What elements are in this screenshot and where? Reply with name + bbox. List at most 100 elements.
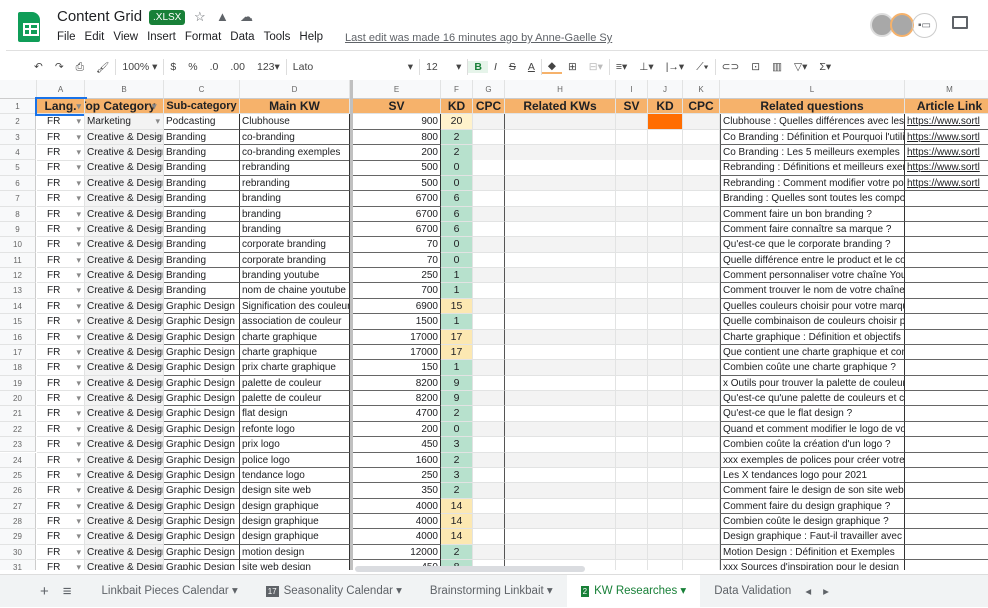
undo-icon[interactable]: ↶ [28,61,49,73]
related-question-cell[interactable]: Comment faire connaître sa marque ? [720,221,905,238]
related-question-cell[interactable]: Co Branding : Les 5 meilleurs exemples [720,145,905,161]
lang-dropdown[interactable]: FR [37,344,85,361]
kd-cell[interactable]: 2 [441,544,473,561]
kd-cell[interactable]: 14 [441,529,473,545]
related-kws-cell[interactable] [505,360,616,376]
kd-cell[interactable]: 6 [441,206,473,222]
related-kws-cell[interactable] [505,406,616,422]
top-category-dropdown[interactable]: Creative & Design [85,513,164,530]
related-sv-cell[interactable] [616,160,648,176]
font-size-select[interactable]: 12 [420,61,450,73]
related-kd-cell[interactable] [648,206,683,222]
cpc-cell[interactable] [473,114,505,130]
row-header[interactable]: 24 [0,452,36,468]
lang-dropdown[interactable]: FR [37,529,85,545]
cpc-cell[interactable] [473,375,505,392]
top-category-dropdown[interactable]: Creative & Design [85,406,164,422]
drive-icon[interactable]: ▲ [216,9,229,24]
article-link-cell[interactable] [905,330,988,345]
main-kw-cell[interactable]: association de couleur [240,314,350,330]
cpc-cell[interactable] [473,129,505,146]
related-cpc-cell[interactable] [683,283,720,299]
column-header-c[interactable]: C [164,80,240,99]
row-header[interactable]: 25 [0,467,36,484]
article-link-cell[interactable] [905,468,988,484]
top-category-dropdown[interactable]: Creative & Design [85,329,164,345]
kd-cell[interactable]: 0 [441,237,473,253]
related-kd-cell[interactable] [648,298,683,315]
sub-category-cell[interactable]: Graphic Design [164,498,240,514]
related-question-cell[interactable]: Comment faire un bon branding ? [720,206,905,222]
related-kd-cell[interactable] [648,483,683,499]
row-header[interactable]: 21 [0,406,36,422]
sub-category-cell[interactable]: Branding [164,268,240,284]
freeze-divider[interactable] [350,80,353,570]
related-kd-cell[interactable] [648,452,683,468]
related-question-cell[interactable]: Comment personnaliser votre chaîne YouTu… [720,268,905,284]
related-question-cell[interactable]: Les X tendances logo pour 2021 [720,467,905,484]
related-sv-cell[interactable] [616,314,648,330]
column-header-j[interactable]: J [648,80,683,99]
top-category-dropdown[interactable]: Creative & Design [85,344,164,361]
column-header-f[interactable]: F [441,80,473,99]
main-kw-cell[interactable]: branding youtube [240,268,350,284]
cpc-cell[interactable] [473,298,505,315]
related-kws-cell[interactable] [505,160,616,176]
main-kw-cell[interactable]: co-branding [240,129,350,146]
cpc-cell[interactable] [473,360,505,376]
scroll-tabs-left-button[interactable]: ◂ [805,584,811,598]
main-kw-cell[interactable]: Signification des couleurs [240,298,350,315]
main-kw-cell[interactable]: corporate branding [240,252,350,269]
sv-cell[interactable]: 4000 [353,513,441,530]
related-kd-cell[interactable] [648,314,683,330]
row-header[interactable]: 18 [0,360,36,376]
main-kw-cell[interactable]: prix charte graphique [240,360,350,376]
related-kd-cell[interactable] [648,360,683,376]
cpc-cell[interactable] [473,145,505,161]
functions-icon[interactable]: Σ▾ [813,61,837,73]
kd-cell[interactable]: 0 [441,160,473,176]
related-kws-cell[interactable] [505,421,616,438]
decrease-decimal-button[interactable]: .0 [204,61,225,73]
related-kd-cell[interactable] [648,268,683,284]
article-link-cell[interactable] [905,529,988,545]
related-question-cell[interactable]: Rebranding : Comment modifier votre posi… [720,175,905,192]
menu-view[interactable]: View [113,31,138,43]
article-link-cell[interactable] [905,437,988,453]
related-kws-cell[interactable] [505,206,616,222]
sub-category-cell[interactable]: Graphic Design [164,467,240,484]
main-kw-cell[interactable]: charte graphique [240,344,350,361]
strikethrough-button[interactable]: S [503,61,522,73]
cpc-cell[interactable] [473,513,505,530]
row-header[interactable]: 14 [0,298,36,315]
row-header[interactable]: 3 [0,129,36,146]
sv-cell[interactable]: 250 [353,467,441,484]
menu-insert[interactable]: Insert [147,31,176,43]
cpc-cell[interactable] [473,483,505,499]
related-cpc-cell[interactable] [683,437,720,453]
all-sheets-button[interactable]: ≡ [59,575,88,608]
header-cell-kd[interactable]: KD [648,99,683,115]
article-link-cell[interactable]: https://www.sortl [905,114,988,130]
sub-category-cell[interactable]: Graphic Design [164,391,240,407]
article-link-cell[interactable] [905,222,988,238]
related-cpc-cell[interactable] [683,406,720,422]
row-header[interactable]: 22 [0,421,36,438]
article-link-cell[interactable] [905,345,988,361]
related-sv-cell[interactable] [616,406,648,422]
related-kws-cell[interactable] [505,175,616,192]
related-kws-cell[interactable] [505,529,616,545]
text-rotation-icon[interactable]: ⟋▾ [690,61,714,74]
top-category-dropdown[interactable]: Creative & Design [85,160,164,176]
related-question-cell[interactable]: x Outils pour trouver la palette de coul… [720,375,905,392]
related-sv-cell[interactable] [616,329,648,345]
lang-dropdown[interactable]: FR [37,406,85,422]
cpc-cell[interactable] [473,467,505,484]
sv-cell[interactable]: 12000 [353,544,441,561]
merge-cells-icon[interactable]: ⊟▾ [583,61,609,73]
sub-category-cell[interactable]: Podcasting [164,114,240,130]
related-kd-cell[interactable] [648,344,683,361]
sv-cell[interactable]: 500 [353,175,441,192]
cpc-cell[interactable] [473,160,505,176]
top-category-dropdown[interactable]: Creative & Design [85,544,164,561]
